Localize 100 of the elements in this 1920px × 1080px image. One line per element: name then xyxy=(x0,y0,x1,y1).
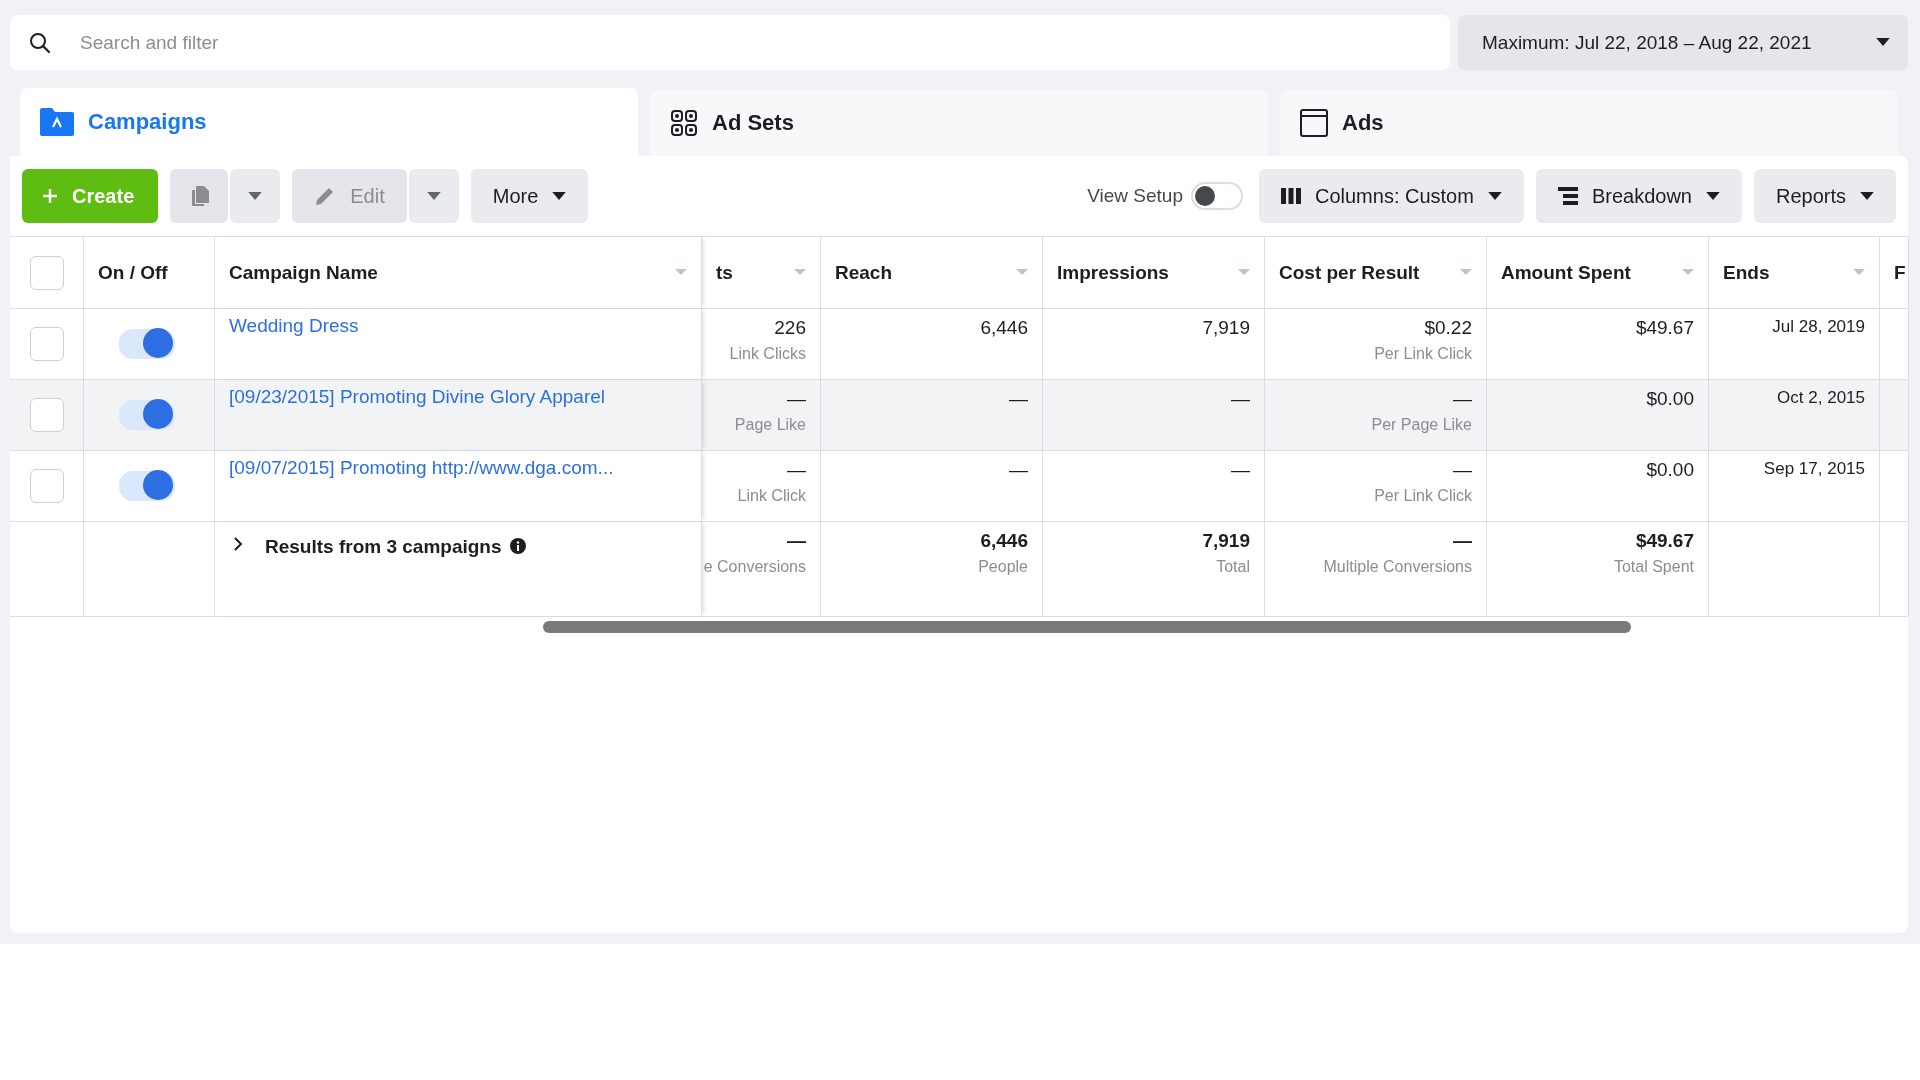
folder-icon xyxy=(40,107,74,137)
info-icon[interactable] xyxy=(509,538,526,554)
metric-label: Link Click xyxy=(737,487,806,505)
column-title: Amount Spent xyxy=(1501,261,1631,284)
column-header[interactable]: ts xyxy=(702,237,821,308)
campaign-toggle[interactable] xyxy=(119,471,175,501)
metric-value: — xyxy=(787,388,806,410)
sort-icon[interactable] xyxy=(794,269,806,276)
total-value: — xyxy=(787,530,806,552)
view-setup-label: View Setup xyxy=(1087,185,1183,207)
column-header[interactable]: Cost per Result xyxy=(1265,237,1487,308)
column-header[interactable]: Campaign Name xyxy=(215,237,702,308)
caret-icon xyxy=(1487,191,1502,201)
metric-value: — xyxy=(1231,388,1250,410)
campaign-name-link[interactable]: Wedding Dress xyxy=(229,315,687,337)
breakdown-icon xyxy=(1557,187,1578,205)
tab[interactable]: Ads xyxy=(1280,90,1898,156)
checkbox[interactable] xyxy=(29,469,64,503)
metric-value: $0.22 xyxy=(1424,317,1472,339)
column-title: F xyxy=(1894,261,1906,284)
breakdown-button[interactable]: Breakdown xyxy=(1535,169,1742,223)
caret-icon xyxy=(552,191,567,201)
metric-value: 6,446 xyxy=(980,317,1028,339)
caret-icon xyxy=(1876,38,1890,47)
total-value: 6,446 xyxy=(980,530,1028,552)
caret-icon xyxy=(1860,191,1874,201)
view-setup-toggle[interactable] xyxy=(1190,182,1243,210)
column-header[interactable]: Reach xyxy=(821,237,1043,308)
column-title: Campaign Name xyxy=(229,261,378,284)
summary-label: Results from 3 campaigns xyxy=(265,536,502,558)
metric-value: 7,919 xyxy=(1202,317,1250,339)
sort-icon[interactable] xyxy=(675,269,687,276)
campaign-name-link[interactable]: [09/23/2015] Promoting Divine Glory Apparel xyxy=(229,386,687,408)
sort-icon[interactable] xyxy=(1853,269,1865,276)
metric-value: $0.00 xyxy=(1646,459,1694,481)
reports-button[interactable]: Reports xyxy=(1753,169,1896,223)
end-date: Oct 2, 2015 xyxy=(1777,388,1865,408)
total-label: Total Spent xyxy=(1613,558,1694,576)
total-label: People xyxy=(978,558,1028,576)
column-title: Reach xyxy=(835,261,893,284)
column-header[interactable]: Ends xyxy=(1709,237,1880,308)
total-label: Multiple Conversions xyxy=(1323,558,1472,576)
metric-value: $49.67 xyxy=(1635,317,1694,339)
column-title: Impressions xyxy=(1057,261,1169,284)
column-title: On / Off xyxy=(98,261,168,284)
campaign-toggle[interactable] xyxy=(119,329,175,359)
chevron-icon[interactable] xyxy=(233,536,243,552)
grid-icon xyxy=(670,109,698,137)
metric-value: — xyxy=(1009,459,1028,481)
sort-icon[interactable] xyxy=(1238,269,1250,276)
metric-value: $0.00 xyxy=(1646,388,1694,410)
campaign-name-link[interactable]: [09/07/2015] Promoting http://www.dga.com... xyxy=(229,457,687,479)
search-icon xyxy=(28,30,52,55)
window-icon xyxy=(1300,109,1328,137)
dropdown-button[interactable] xyxy=(408,169,459,223)
sort-icon[interactable] xyxy=(1460,269,1472,276)
checkbox[interactable] xyxy=(29,398,64,432)
columns-icon xyxy=(1280,187,1301,205)
metric-label: Page Like xyxy=(734,416,806,434)
caret-icon xyxy=(248,191,263,201)
horizontal-scrollbar[interactable] xyxy=(543,621,1631,633)
metric-label: Per Page Like xyxy=(1371,416,1472,434)
column-header[interactable]: On / Off xyxy=(84,237,215,308)
column-title: ts xyxy=(716,261,733,284)
metric-label: Per Link Click xyxy=(1374,345,1472,363)
columns-button[interactable]: Columns: Custom xyxy=(1258,169,1524,223)
metric-label: Per Link Click xyxy=(1374,487,1472,505)
metric-value: — xyxy=(1009,388,1028,410)
column-header[interactable]: Impressions xyxy=(1043,237,1265,308)
tab[interactable]: Ad Sets xyxy=(650,90,1268,156)
tab[interactable]: Campaigns xyxy=(20,88,638,156)
metric-value: — xyxy=(1231,459,1250,481)
metric-value: 226 xyxy=(774,317,806,339)
total-label: Total xyxy=(1216,558,1250,576)
total-value: — xyxy=(1453,530,1472,552)
search-bar[interactable]: Search and filter xyxy=(10,15,1450,70)
campaign-toggle[interactable] xyxy=(119,400,175,430)
sort-icon[interactable] xyxy=(1016,269,1028,276)
date-range-button[interactable]: Maximum: Jul 22, 2018 – Aug 22, 2021 xyxy=(1458,15,1908,70)
sort-icon[interactable] xyxy=(1682,269,1694,276)
column-header[interactable]: F xyxy=(1880,237,1909,308)
metric-value: — xyxy=(787,459,806,481)
metric-value: — xyxy=(1453,388,1472,410)
checkbox[interactable] xyxy=(29,255,64,290)
column-title: Cost per Result xyxy=(1279,261,1420,284)
total-label: e Conversions xyxy=(703,558,806,576)
caret-icon xyxy=(426,191,441,201)
metric-label: Link Clicks xyxy=(729,345,806,363)
caret-icon xyxy=(1705,191,1720,201)
end-date: Sep 17, 2015 xyxy=(1763,459,1865,479)
plus-icon xyxy=(42,188,58,204)
total-value: 7,919 xyxy=(1202,530,1250,552)
more-button[interactable]: More xyxy=(470,169,589,223)
end-date: Jul 28, 2019 xyxy=(1772,317,1865,337)
search-field[interactable]: Search and filter xyxy=(78,30,1432,55)
checkbox[interactable] xyxy=(29,327,64,361)
metric-value: — xyxy=(1453,459,1472,481)
column-header[interactable]: Amount Spent xyxy=(1487,237,1709,308)
dropdown-button[interactable] xyxy=(230,169,281,223)
total-value: $49.67 xyxy=(1635,530,1694,552)
